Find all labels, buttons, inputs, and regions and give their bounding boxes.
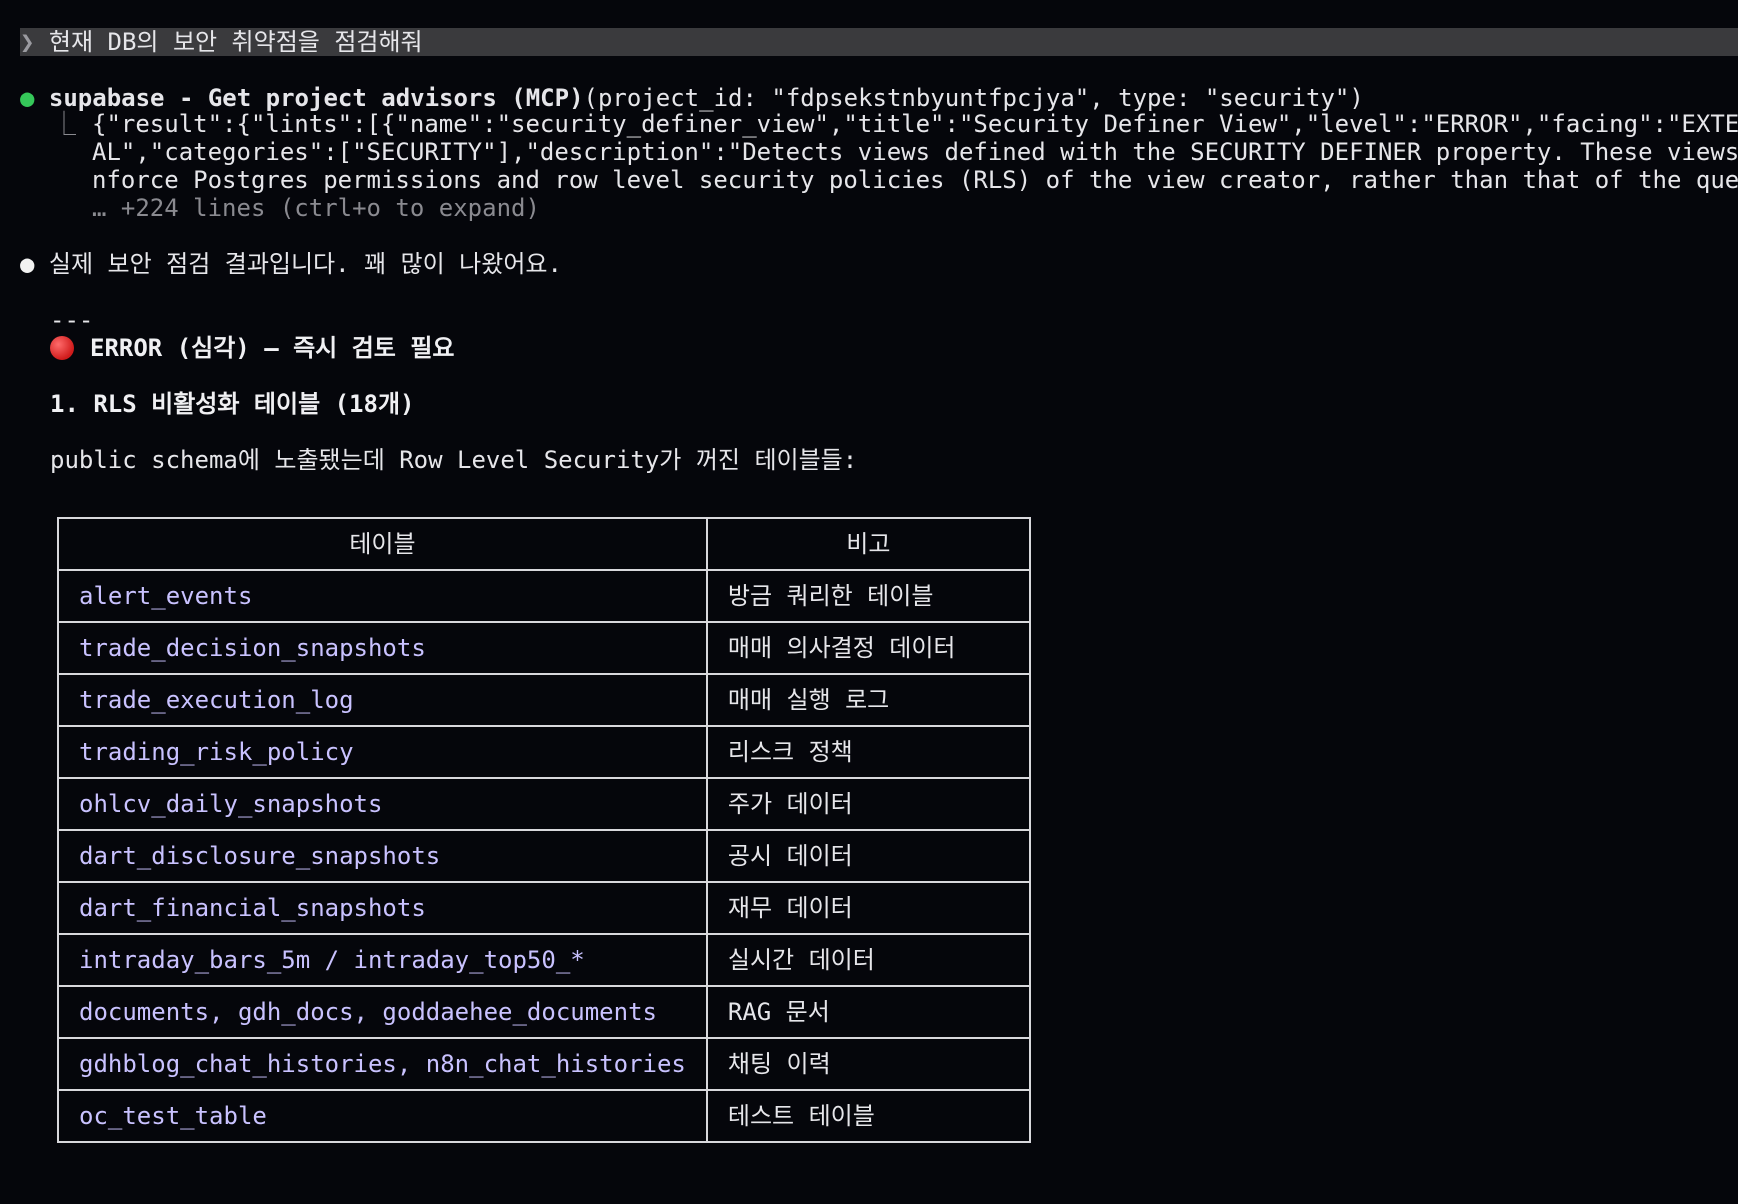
note-cell: 실시간 데이터 [705,933,1031,987]
separator: --- [50,306,94,334]
column-header-table: 테이블 [57,517,708,571]
table-name-cell: ohlcv_daily_snapshots [57,777,708,831]
table-name-cell: oc_test_table [57,1089,708,1143]
table-row: trade_decision_snapshots 매매 의사결정 데이터 [57,621,1031,675]
expand-hint[interactable]: … +224 lines (ctrl+o to expand) [92,194,540,222]
column-header-note: 비고 [705,517,1031,571]
table-row: oc_test_table 테스트 테이블 [57,1089,1031,1143]
table-name-cell: trade_decision_snapshots [57,621,708,675]
table-row: dart_disclosure_snapshots 공시 데이터 [57,829,1031,883]
note-cell: 방금 쿼리한 테이블 [705,569,1031,623]
red-circle-icon [50,336,74,360]
table-name-cell: dart_disclosure_snapshots [57,829,708,883]
user-prompt: ❯ 현재 DB의 보안 취약점을 점검해줘 [20,28,423,56]
section-description: public schema에 노출됐는데 Row Level Security가… [50,446,858,474]
table-row: gdhblog_chat_histories, n8n_chat_histori… [57,1037,1031,1091]
error-heading: ERROR (심각) — 즉시 검토 필요 [50,334,454,362]
table-row: documents, gdh_docs, goddaehee_documents… [57,985,1031,1039]
note-cell: 주가 데이터 [705,777,1031,831]
note-cell: 매매 의사결정 데이터 [705,621,1031,675]
tool-output-line: AL","categories":["SECURITY"],"descripti… [92,138,1738,166]
table-row: trade_execution_log 매매 실행 로그 [57,673,1031,727]
note-cell: RAG 문서 [705,985,1031,1039]
table-row: intraday_bars_5m / intraday_top50_* 실시간 … [57,933,1031,987]
table-name-cell: intraday_bars_5m / intraday_top50_* [57,933,708,987]
section-title: 1. RLS 비활성화 테이블 (18개) [50,390,415,418]
note-cell: 공시 데이터 [705,829,1031,883]
table-header-row: 테이블 비고 [57,517,1031,571]
tool-output-line: {"result":{"lints":[{"name":"security_de… [92,110,1738,138]
error-heading-text: ERROR (심각) — 즉시 검토 필요 [90,334,455,362]
rls-disabled-table: 테이블 비고 alert_events 방금 쿼리한 테이블 trade_dec… [57,517,1031,1143]
tool-call-header: ● supabase - Get project advisors (MCP)(… [20,84,1364,112]
tool-call-name: supabase - Get project advisors (MCP) [48,84,584,112]
note-cell: 매매 실행 로그 [705,673,1031,727]
tool-call-args: (project_id: "fdpsekstnbyuntfpcjya", typ… [583,84,1364,112]
note-cell: 재무 데이터 [705,881,1031,935]
table-row: trading_risk_policy 리스크 정책 [57,725,1031,779]
response-intro: ● 실제 보안 점검 결과입니다. 꽤 많이 나왔어요. [20,250,562,278]
table-name-cell: alert_events [57,569,708,623]
tool-output-line: nforce Postgres permissions and row leve… [92,166,1738,194]
response-bullet-icon: ● [20,250,35,278]
table-name-cell: trade_execution_log [57,673,708,727]
table-name-cell: dart_financial_snapshots [57,881,708,935]
prompt-text: 현재 DB의 보안 취약점을 점검해줘 [48,28,423,56]
table-name-cell: gdhblog_chat_histories, n8n_chat_histori… [57,1037,708,1091]
tool-status-icon: ● [20,84,35,112]
note-cell: 테스트 테이블 [705,1089,1031,1143]
table-row: dart_financial_snapshots 재무 데이터 [57,881,1031,935]
table-row: alert_events 방금 쿼리한 테이블 [57,569,1031,623]
table-name-cell: trading_risk_policy [57,725,708,779]
tool-output-branch-icon: ⎿ [52,110,76,138]
note-cell: 리스크 정책 [705,725,1031,779]
prompt-caret-icon: ❯ [20,28,35,56]
table-row: ohlcv_daily_snapshots 주가 데이터 [57,777,1031,831]
table-name-cell: documents, gdh_docs, goddaehee_documents [57,985,708,1039]
response-intro-text: 실제 보안 점검 결과입니다. 꽤 많이 나왔어요. [48,250,562,278]
note-cell: 채팅 이력 [705,1037,1031,1091]
